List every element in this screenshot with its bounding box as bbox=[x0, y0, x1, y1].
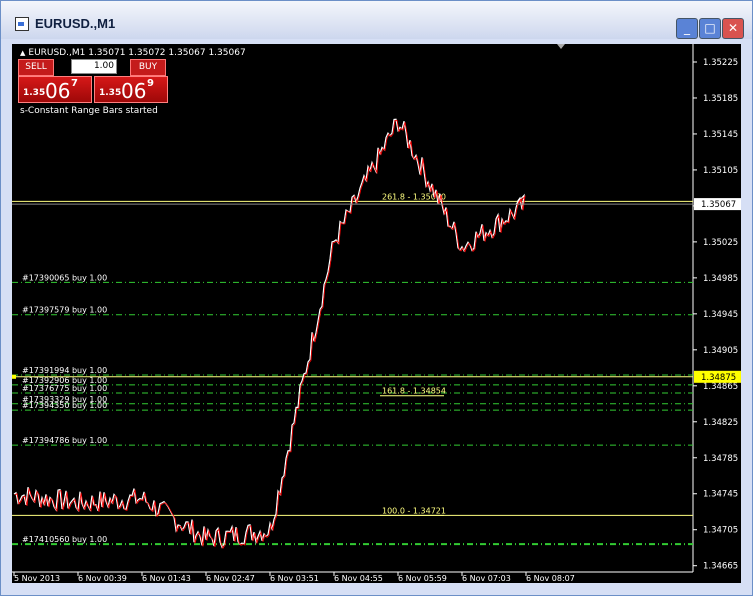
x-tick-label: 5 Nov 2013 bbox=[14, 574, 60, 583]
sell-price-fraction: 7 bbox=[71, 78, 78, 89]
y-tick-label: 1.34825 bbox=[703, 418, 738, 428]
y-tick-label: 1.34785 bbox=[703, 454, 738, 464]
y-tick-label: 1.34745 bbox=[703, 490, 738, 500]
close-button[interactable]: ✕ bbox=[722, 18, 744, 39]
y-tick-label: 1.34945 bbox=[703, 310, 738, 320]
order-label: #17391994 buy 1.00 bbox=[22, 366, 107, 375]
symbol-header: ▲ EURUSD.,M1 1.35071 1.35072 1.35067 1.35… bbox=[20, 48, 246, 58]
x-tick-label: 6 Nov 04:55 bbox=[334, 574, 383, 583]
one-click-trading-panel: SELL 1.00 BUY 1.35 06 7 1.35 06 9 bbox=[18, 59, 168, 103]
y-tick-label: 1.35025 bbox=[703, 238, 738, 248]
order-label: #17376775 buy 1.00 bbox=[22, 384, 107, 393]
chart-icon bbox=[15, 17, 29, 31]
x-tick-label: 6 Nov 08:07 bbox=[526, 574, 575, 583]
y-tick-label: 1.34985 bbox=[703, 274, 738, 284]
y-tick-label: 1.34865 bbox=[703, 382, 738, 392]
chart-window: EURUSD.,M1 _ □ ✕ 1.35225 1.35185 1.35145 1.… bbox=[0, 0, 753, 596]
x-tick-label: 6 Nov 05:59 bbox=[398, 574, 447, 583]
buy-price-big: 1.35 bbox=[99, 88, 122, 98]
x-tick-label: 6 Nov 02:47 bbox=[206, 574, 255, 583]
symbol-info: EURUSD.,M1 1.35071 1.35072 1.35067 1.350… bbox=[28, 48, 246, 58]
y-tick-label: 1.35105 bbox=[703, 166, 738, 176]
highlight-price-label: 1.34875 bbox=[701, 373, 736, 383]
sell-price-pips: 06 bbox=[45, 79, 71, 103]
sell-price-button[interactable]: 1.35 06 7 bbox=[18, 76, 92, 103]
y-tick-label: 1.34705 bbox=[703, 526, 738, 536]
x-tick-label: 6 Nov 01:43 bbox=[142, 574, 191, 583]
order-label: #17394786 buy 1.00 bbox=[22, 436, 107, 445]
order-label: #17390065 buy 1.00 bbox=[22, 273, 107, 282]
x-tick-label: 6 Nov 00:39 bbox=[78, 574, 127, 583]
y-tick-label: 1.35185 bbox=[703, 94, 738, 104]
order-label: #17397579 buy 1.00 bbox=[22, 306, 107, 315]
triangle-icon: ▲ bbox=[20, 49, 26, 57]
fib-label: 161.8 - 1.34854 bbox=[382, 387, 446, 396]
order-label: #17394350 buy 1.00 bbox=[22, 401, 107, 410]
y-tick-label: 1.34905 bbox=[703, 346, 738, 356]
current-price-label: 1.35067 bbox=[701, 200, 736, 210]
price-chart[interactable]: 1.352251.351851.351451.351051.350651.350… bbox=[12, 44, 741, 583]
minimize-button[interactable]: _ bbox=[676, 18, 698, 39]
buy-price-fraction: 9 bbox=[147, 78, 154, 89]
buy-button[interactable]: BUY bbox=[130, 59, 166, 76]
sell-button[interactable]: SELL bbox=[18, 59, 54, 76]
y-tick-label: 1.34665 bbox=[703, 562, 738, 572]
title-bar[interactable]: EURUSD.,M1 _ □ ✕ bbox=[1, 1, 752, 39]
sell-price-big: 1.35 bbox=[23, 88, 46, 98]
highlight-left-marker bbox=[12, 374, 16, 379]
window-title: EURUSD.,M1 bbox=[35, 16, 116, 31]
chart-canvas[interactable]: 1.352251.351851.351451.351051.350651.350… bbox=[12, 44, 741, 583]
price-series-line bbox=[13, 118, 525, 549]
lot-size-input[interactable]: 1.00 bbox=[71, 59, 117, 74]
order-label: #17410560 buy 1.00 bbox=[22, 535, 107, 544]
maximize-button[interactable]: □ bbox=[699, 18, 721, 39]
y-tick-label: 1.35145 bbox=[703, 130, 738, 140]
buy-price-pips: 06 bbox=[121, 79, 147, 103]
buy-price-button[interactable]: 1.35 06 9 bbox=[94, 76, 168, 103]
y-tick-label: 1.35225 bbox=[703, 58, 738, 68]
x-tick-label: 6 Nov 03:51 bbox=[270, 574, 319, 583]
x-tick-label: 6 Nov 07:03 bbox=[462, 574, 511, 583]
chart-shift-marker bbox=[557, 44, 565, 49]
fib-label: 100.0 - 1.34721 bbox=[382, 506, 446, 515]
status-message: s-Constant Range Bars started bbox=[20, 106, 158, 116]
price-series-shadow bbox=[14, 119, 526, 550]
